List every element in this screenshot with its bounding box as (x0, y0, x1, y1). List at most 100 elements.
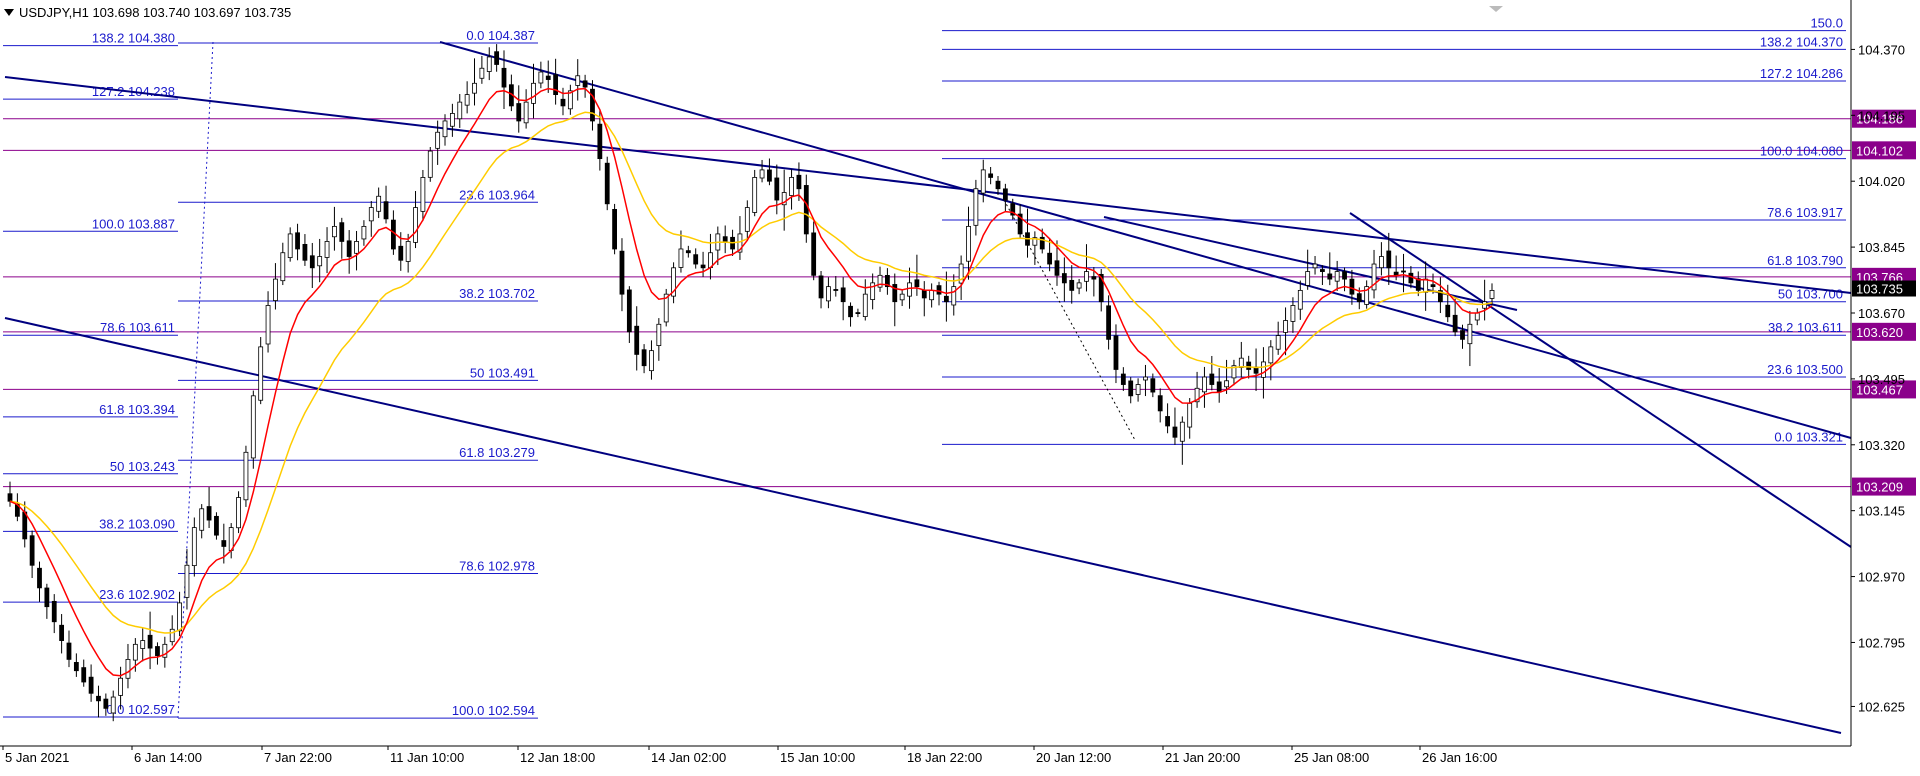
candle-body (1275, 335, 1281, 350)
candle-body (1290, 305, 1296, 322)
candle-body (1135, 384, 1141, 395)
candle-body (339, 222, 345, 242)
candle-body (1209, 373, 1215, 385)
fib-level-label: 61.8 103.394 (99, 402, 175, 417)
candle-body (840, 287, 846, 303)
fib-level-label: 150.0 (1810, 16, 1843, 31)
candle-body (391, 219, 396, 250)
fib-level-label: 0.0 102.597 (106, 702, 175, 717)
candle-body (206, 506, 212, 521)
symbol-header: USDJPY,H1 103.698 103.740 103.697 103.73… (4, 5, 291, 20)
fib-level-label: 78.6 103.611 (100, 320, 175, 335)
candle-body (848, 305, 853, 318)
candle-body (155, 646, 160, 657)
candle-body (88, 676, 94, 694)
candle-body (243, 451, 249, 501)
symbol-ohlc: USDJPY,H1 103.698 103.740 103.697 103.73… (19, 5, 292, 20)
candle-body (1379, 256, 1384, 269)
candle-body (221, 540, 227, 547)
candle-body (309, 255, 315, 269)
candle-body (103, 698, 109, 709)
candle-body (641, 349, 647, 367)
candle-body (1320, 269, 1325, 272)
fib-level-label: 23.6 102.902 (99, 587, 175, 602)
candle-body (1202, 376, 1207, 393)
candle-body (973, 188, 979, 226)
candle-body (169, 628, 175, 643)
candle-body (943, 295, 949, 303)
candle-body (273, 278, 278, 301)
time-tick-label: 6 Jan 14:00 (134, 750, 202, 765)
price-tick-label: 102.970 (1858, 570, 1905, 585)
candle-body (346, 240, 352, 257)
fib-level-label: 50 103.491 (470, 365, 535, 380)
candle-body (435, 131, 441, 149)
chart[interactable]: 104.186 104.102 103.766 103.620 103.467 103.2… (0, 0, 1920, 771)
candle-body (472, 82, 477, 94)
price-tick-label: 103.845 (1858, 240, 1905, 255)
level-tag-label: 103.209 (1856, 480, 1903, 495)
candle-body (501, 67, 507, 88)
candle-body (907, 282, 912, 297)
candle-body (796, 174, 802, 190)
candle-body (368, 207, 374, 222)
candle-body (295, 232, 300, 250)
candle-body (1157, 395, 1163, 412)
candle-body (929, 289, 935, 301)
price-tick-label: 104.195 (1858, 108, 1905, 123)
candle-body (302, 243, 308, 261)
candle-body (744, 207, 750, 232)
time-tick-label: 26 Jan 16:00 (1422, 750, 1497, 765)
candle-body (1179, 421, 1185, 442)
candle-body (789, 177, 794, 196)
candle-body (1076, 282, 1082, 289)
candle-body (619, 250, 625, 295)
fib-level-label: 0.0 104.387 (466, 28, 535, 43)
candle-body (1445, 304, 1451, 318)
level-tag-label: 103.620 (1856, 325, 1903, 340)
dropdown-triangle-icon[interactable] (4, 9, 14, 16)
candle-body (811, 232, 817, 276)
candle-body (634, 325, 640, 355)
fib-level-label: 61.8 103.790 (1767, 253, 1843, 268)
price-tick-label: 104.370 (1858, 42, 1905, 57)
time-tick-label: 21 Jan 20:00 (1165, 750, 1240, 765)
candle-body (1312, 263, 1318, 269)
candle-body (361, 225, 367, 240)
fib-level-label: 23.6 103.964 (459, 187, 535, 202)
candle-body (656, 323, 662, 346)
candle-body (1113, 335, 1119, 370)
candle-body (420, 177, 426, 212)
fib-level-label: 38.2 103.090 (99, 516, 175, 531)
candle-body (59, 624, 65, 641)
candle-body (1143, 376, 1148, 381)
candle-body (1460, 330, 1465, 340)
candle-body (280, 252, 286, 282)
candle-body (752, 177, 758, 213)
candle-body (678, 248, 684, 268)
chart-background (0, 0, 1920, 771)
candle-body (44, 587, 50, 608)
chart-canvas[interactable]: 104.186104.102103.766103.620103.467103.2… (0, 0, 1920, 771)
candle-body (988, 173, 994, 178)
fib-level-label: 50 103.243 (110, 459, 175, 474)
fib-level-label: 78.6 102.978 (459, 559, 535, 574)
fib-level-label: 100.0 102.594 (452, 703, 535, 718)
candle-body (1334, 271, 1340, 282)
time-tick-label: 7 Jan 22:00 (264, 750, 332, 765)
candle-body (494, 51, 500, 65)
candle-body (427, 150, 433, 178)
candle-body (486, 56, 492, 72)
candle-body (980, 169, 986, 194)
candle-body (184, 564, 190, 598)
candle-body (767, 169, 772, 182)
candle-body (1216, 381, 1222, 393)
candle-body (759, 169, 765, 179)
candle-body (1474, 312, 1480, 321)
candle-body (287, 233, 293, 259)
candle-body (516, 103, 522, 122)
candle-body (1452, 314, 1458, 333)
level-tag-label: 104.102 (1856, 143, 1903, 158)
candle-body (560, 98, 566, 107)
candle-body (1061, 273, 1067, 284)
